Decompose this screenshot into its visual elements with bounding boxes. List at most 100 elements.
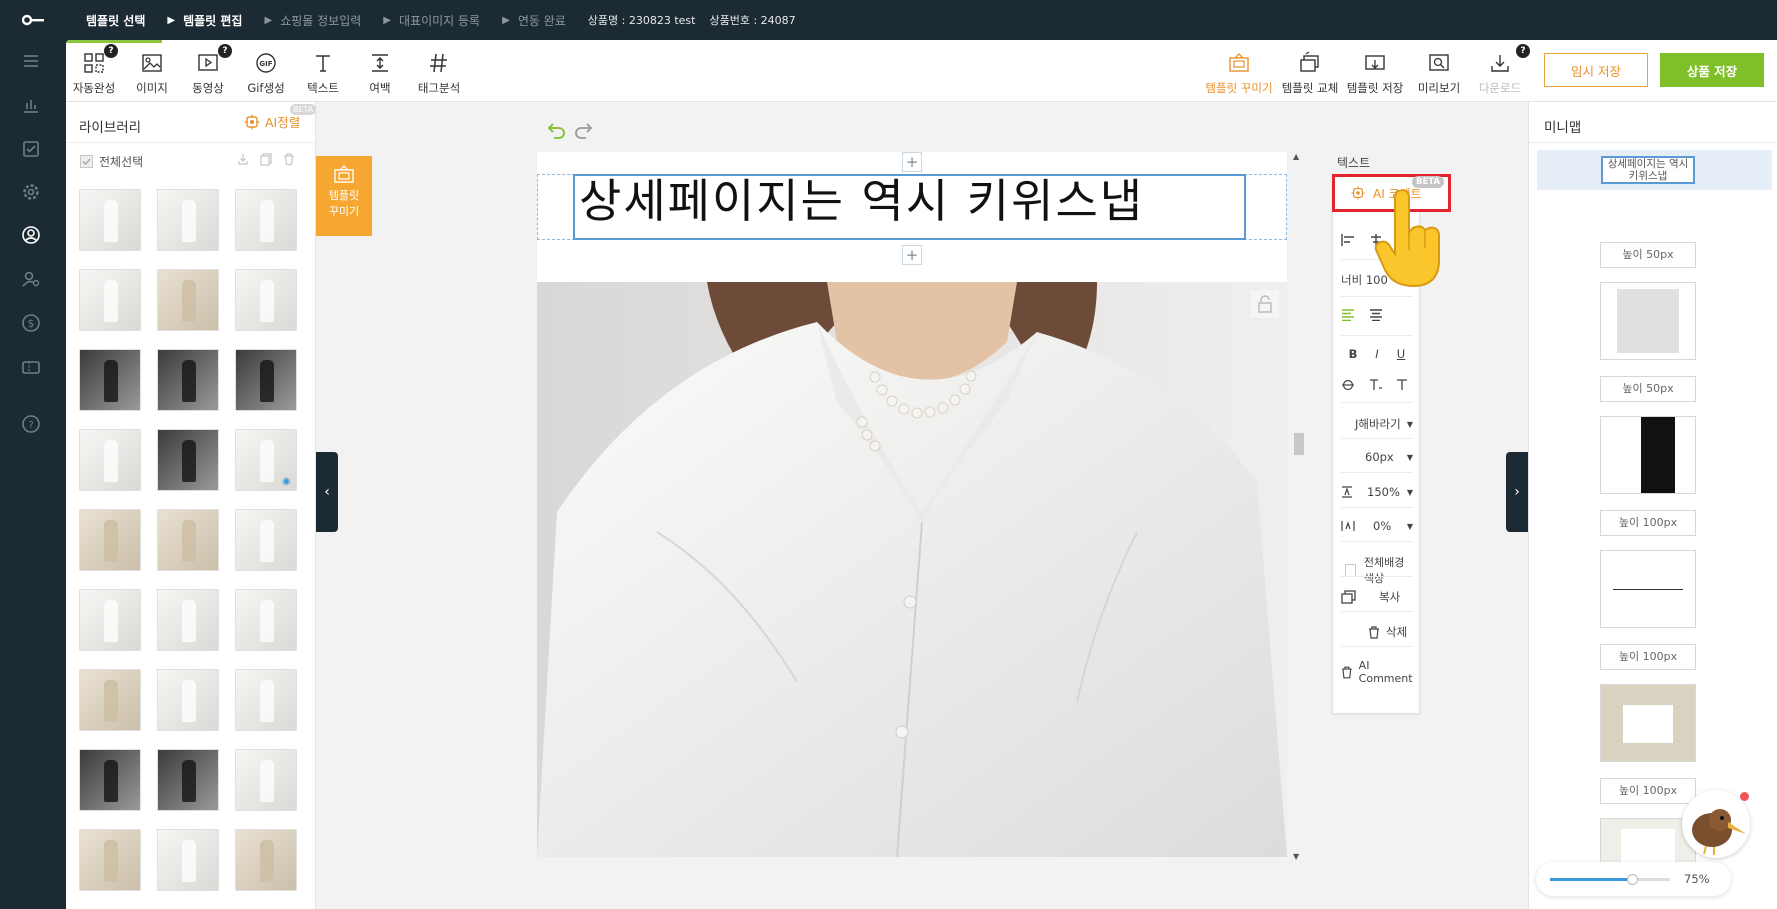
redo-icon[interactable] (574, 122, 594, 140)
library-thumbnail[interactable] (235, 349, 297, 411)
library-thumbnail[interactable] (157, 749, 219, 811)
library-thumbnail[interactable] (157, 189, 219, 251)
library-thumbnail[interactable] (235, 669, 297, 731)
step-main-image[interactable]: ▶ 대표이미지 등록 (383, 12, 480, 29)
add-block-above-button[interactable]: + (902, 152, 922, 172)
minimap-height-label[interactable]: 높이 100px (1600, 644, 1696, 670)
library-thumbnail[interactable] (157, 429, 219, 491)
library-thumbnail[interactable] (235, 189, 297, 251)
library-thumbnail[interactable] (157, 269, 219, 331)
template-decorate-tab[interactable]: 템플릿 꾸미기 (316, 156, 372, 236)
download-icon[interactable] (236, 152, 250, 166)
lock-icon[interactable] (1251, 290, 1279, 318)
ai-comment-button[interactable]: AI Comment (1341, 659, 1425, 685)
dollar-icon[interactable]: $ (20, 312, 42, 334)
subscript-icon[interactable] (1369, 379, 1383, 391)
letter-spacing-select[interactable]: 0% ▼ (1341, 519, 1413, 533)
bold-button[interactable]: B (1341, 347, 1365, 361)
tool-download[interactable]: 다운로드 ? (1470, 44, 1530, 96)
library-thumbnail[interactable] (79, 669, 141, 731)
list-menu-icon[interactable] (20, 50, 42, 72)
library-thumbnail[interactable] (235, 749, 297, 811)
delete-button[interactable]: 삭제 (1341, 624, 1413, 640)
step-link-complete[interactable]: ▶ 연동 완료 (502, 12, 566, 29)
library-thumbnail[interactable] (79, 589, 141, 651)
checklist-icon[interactable] (20, 138, 42, 160)
library-thumbnail[interactable] (79, 429, 141, 491)
library-thumbnail[interactable] (79, 189, 141, 251)
library-thumbnail[interactable] (157, 509, 219, 571)
strikethrough-icon[interactable] (1341, 379, 1355, 391)
tool-video[interactable]: 동영상 ? (178, 44, 238, 96)
library-thumbnail[interactable] (157, 669, 219, 731)
library-thumbnail[interactable] (157, 589, 219, 651)
library-thumbnail[interactable]: ◉ (235, 429, 297, 491)
minimap-block[interactable] (1600, 684, 1696, 762)
library-thumbnail[interactable] (79, 349, 141, 411)
tool-text[interactable]: 텍스트 (293, 50, 353, 96)
scroll-down-icon[interactable]: ▼ (1293, 852, 1299, 861)
product-photo[interactable] (537, 282, 1287, 857)
library-thumbnail[interactable] (235, 509, 297, 571)
copy-button[interactable]: 복사 (1341, 589, 1413, 605)
minimap-height-label[interactable]: 높이 50px (1600, 376, 1696, 402)
library-thumbnail[interactable] (157, 349, 219, 411)
preview-eye-icon[interactable]: ◉ (282, 476, 294, 488)
collapse-minimap-button[interactable]: › (1506, 452, 1528, 532)
help-badge-icon[interactable]: ? (218, 44, 232, 58)
text-style-icon[interactable] (1395, 379, 1409, 391)
step-template-select[interactable]: 템플릿 선택 (86, 12, 145, 29)
settings-gear-icon[interactable] (20, 181, 42, 203)
copy-icon[interactable] (259, 152, 273, 166)
library-thumbnail[interactable] (235, 829, 297, 891)
chat-mascot-button[interactable] (1682, 790, 1750, 858)
library-thumbnail[interactable] (79, 749, 141, 811)
tool-image[interactable]: 이미지 (122, 50, 182, 96)
temp-save-button[interactable]: 임시 저장 (1544, 53, 1648, 87)
tool-template-save[interactable]: 템플릿 저장 (1340, 50, 1410, 96)
user-search-icon[interactable] (20, 268, 42, 290)
library-thumbnail[interactable] (79, 509, 141, 571)
select-all-checkbox[interactable]: 전체선택 (80, 153, 143, 170)
tool-template-decorate[interactable]: 템플릿 꾸미기 (1201, 50, 1277, 96)
stats-icon[interactable] (20, 94, 42, 116)
minimap-height-label[interactable]: 높이 50px (1600, 242, 1696, 268)
ticket-icon[interactable] (20, 356, 42, 378)
help-icon[interactable]: ? (20, 413, 42, 435)
font-size-select[interactable]: 60px ▼ (1341, 450, 1413, 464)
zoom-slider-handle[interactable] (1627, 874, 1638, 885)
minimap-text-block[interactable]: 상세페이지는 역시 키위스냅 (1601, 156, 1695, 184)
library-thumbnail[interactable] (157, 829, 219, 891)
text-align-left-icon[interactable] (1341, 309, 1355, 321)
tool-preview[interactable]: 미리보기 (1406, 50, 1472, 96)
product-save-button[interactable]: 상품 저장 (1660, 53, 1764, 87)
tool-auto-complete[interactable]: 자동완성 ? (66, 44, 124, 96)
step-shop-info[interactable]: ▶ 쇼핑몰 정보입력 (264, 12, 361, 29)
ai-sort-button[interactable]: AI정렬 (244, 112, 300, 131)
app-logo-icon[interactable] (22, 13, 46, 27)
library-thumbnail[interactable] (235, 269, 297, 331)
tool-template-swap[interactable]: 템플릿 교체 (1275, 50, 1345, 96)
library-thumbnail[interactable] (235, 589, 297, 651)
collapse-library-button[interactable]: ‹ (316, 452, 338, 532)
minimap-block[interactable] (1600, 416, 1696, 494)
undo-icon[interactable] (546, 122, 566, 140)
minimap-block[interactable] (1600, 282, 1696, 360)
library-thumbnail[interactable] (79, 829, 141, 891)
trash-icon[interactable] (282, 152, 296, 166)
text-align-center-icon[interactable] (1369, 309, 1383, 321)
library-thumbnail[interactable] (79, 269, 141, 331)
minimap-height-label[interactable]: 높이 100px (1600, 510, 1696, 536)
tool-spacing[interactable]: 여백 (350, 50, 410, 96)
underline-button[interactable]: U (1389, 347, 1413, 361)
minimap-block[interactable] (1600, 550, 1696, 628)
tool-tag-analysis[interactable]: 태그분석 (409, 50, 469, 96)
step-template-edit[interactable]: ▶ 템플릿 편집 (167, 12, 242, 29)
headline-text-box[interactable]: 상세페이지는 역시 키위스냅 (573, 174, 1246, 240)
canvas-scrollbar[interactable]: ▲ ▼ (1291, 152, 1305, 861)
checkbox-icon[interactable] (1345, 563, 1356, 577)
help-badge-icon[interactable]: ? (104, 44, 118, 58)
scroll-up-icon[interactable]: ▲ (1293, 152, 1299, 161)
font-select[interactable]: J해바라기 ▼ (1341, 416, 1413, 432)
align-left-edge-icon[interactable] (1341, 234, 1355, 246)
